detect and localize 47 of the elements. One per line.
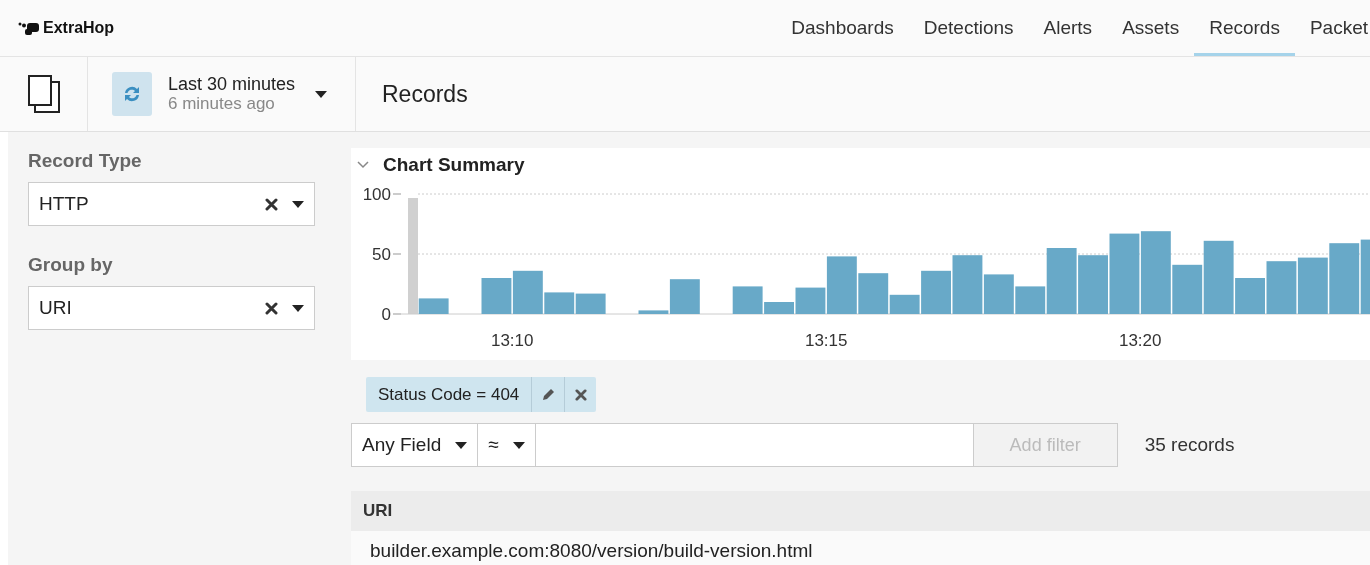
nav-tab[interactable]: Assets <box>1107 0 1195 56</box>
operator-select[interactable]: ≈ <box>478 423 536 467</box>
bar <box>575 293 606 314</box>
x-tick-label: 13:20 <box>1118 331 1162 350</box>
nav-tab[interactable]: Alerts <box>1028 0 1108 56</box>
select-field[interactable]: HTTP <box>28 182 315 226</box>
select-field[interactable]: URI <box>28 286 315 330</box>
bar <box>1297 257 1328 314</box>
table-cell: builder.example.com:8080/version/build-version.html <box>351 531 1370 565</box>
time-range[interactable]: Last 30 minutes <box>168 75 296 94</box>
y-tick-label: 0 <box>381 305 391 324</box>
nav-tab[interactable]: Detections <box>908 0 1029 56</box>
field-select[interactable]: Any Field <box>351 423 479 467</box>
close-icon[interactable] <box>265 197 278 211</box>
field-label: Record Type <box>28 150 143 172</box>
filter-input[interactable] <box>535 423 974 467</box>
x-tick-label: 13:15 <box>804 331 848 350</box>
caret-icon <box>315 90 328 98</box>
updated-time: 6 minutes ago <box>168 94 276 113</box>
x-tick-label: 13:10 <box>490 331 534 350</box>
copy-icon[interactable] <box>26 74 61 114</box>
bar <box>481 278 512 314</box>
caret-icon <box>292 200 304 208</box>
range-handle[interactable] <box>408 198 418 314</box>
page-title: Records <box>381 80 468 108</box>
nav-tab[interactable]: Packet <box>1294 0 1370 56</box>
record-count: 35 records <box>1144 434 1235 456</box>
y-tick-label: 100 <box>362 185 391 204</box>
bar <box>418 298 449 314</box>
bar <box>1078 255 1108 314</box>
column-header: URI <box>351 491 1370 531</box>
field-label: Group by <box>28 254 114 276</box>
brand-name: ExtraHop <box>43 19 115 37</box>
nav-tab[interactable]: Dashboards <box>776 0 909 56</box>
refresh-icon <box>122 84 142 104</box>
close-icon[interactable] <box>265 301 278 315</box>
y-tick-label: 50 <box>372 245 391 264</box>
logo-icon <box>18 21 40 35</box>
refresh-button[interactable] <box>112 72 152 116</box>
close-icon <box>574 388 587 401</box>
filter-text: Status Code = 404 <box>366 377 533 412</box>
pencil-icon <box>540 387 556 402</box>
caret-icon <box>292 304 304 312</box>
caret-icon <box>455 441 468 449</box>
caret-icon <box>512 441 525 449</box>
chevron-icon[interactable] <box>357 161 369 169</box>
chart-title: Chart Summary <box>383 154 525 176</box>
